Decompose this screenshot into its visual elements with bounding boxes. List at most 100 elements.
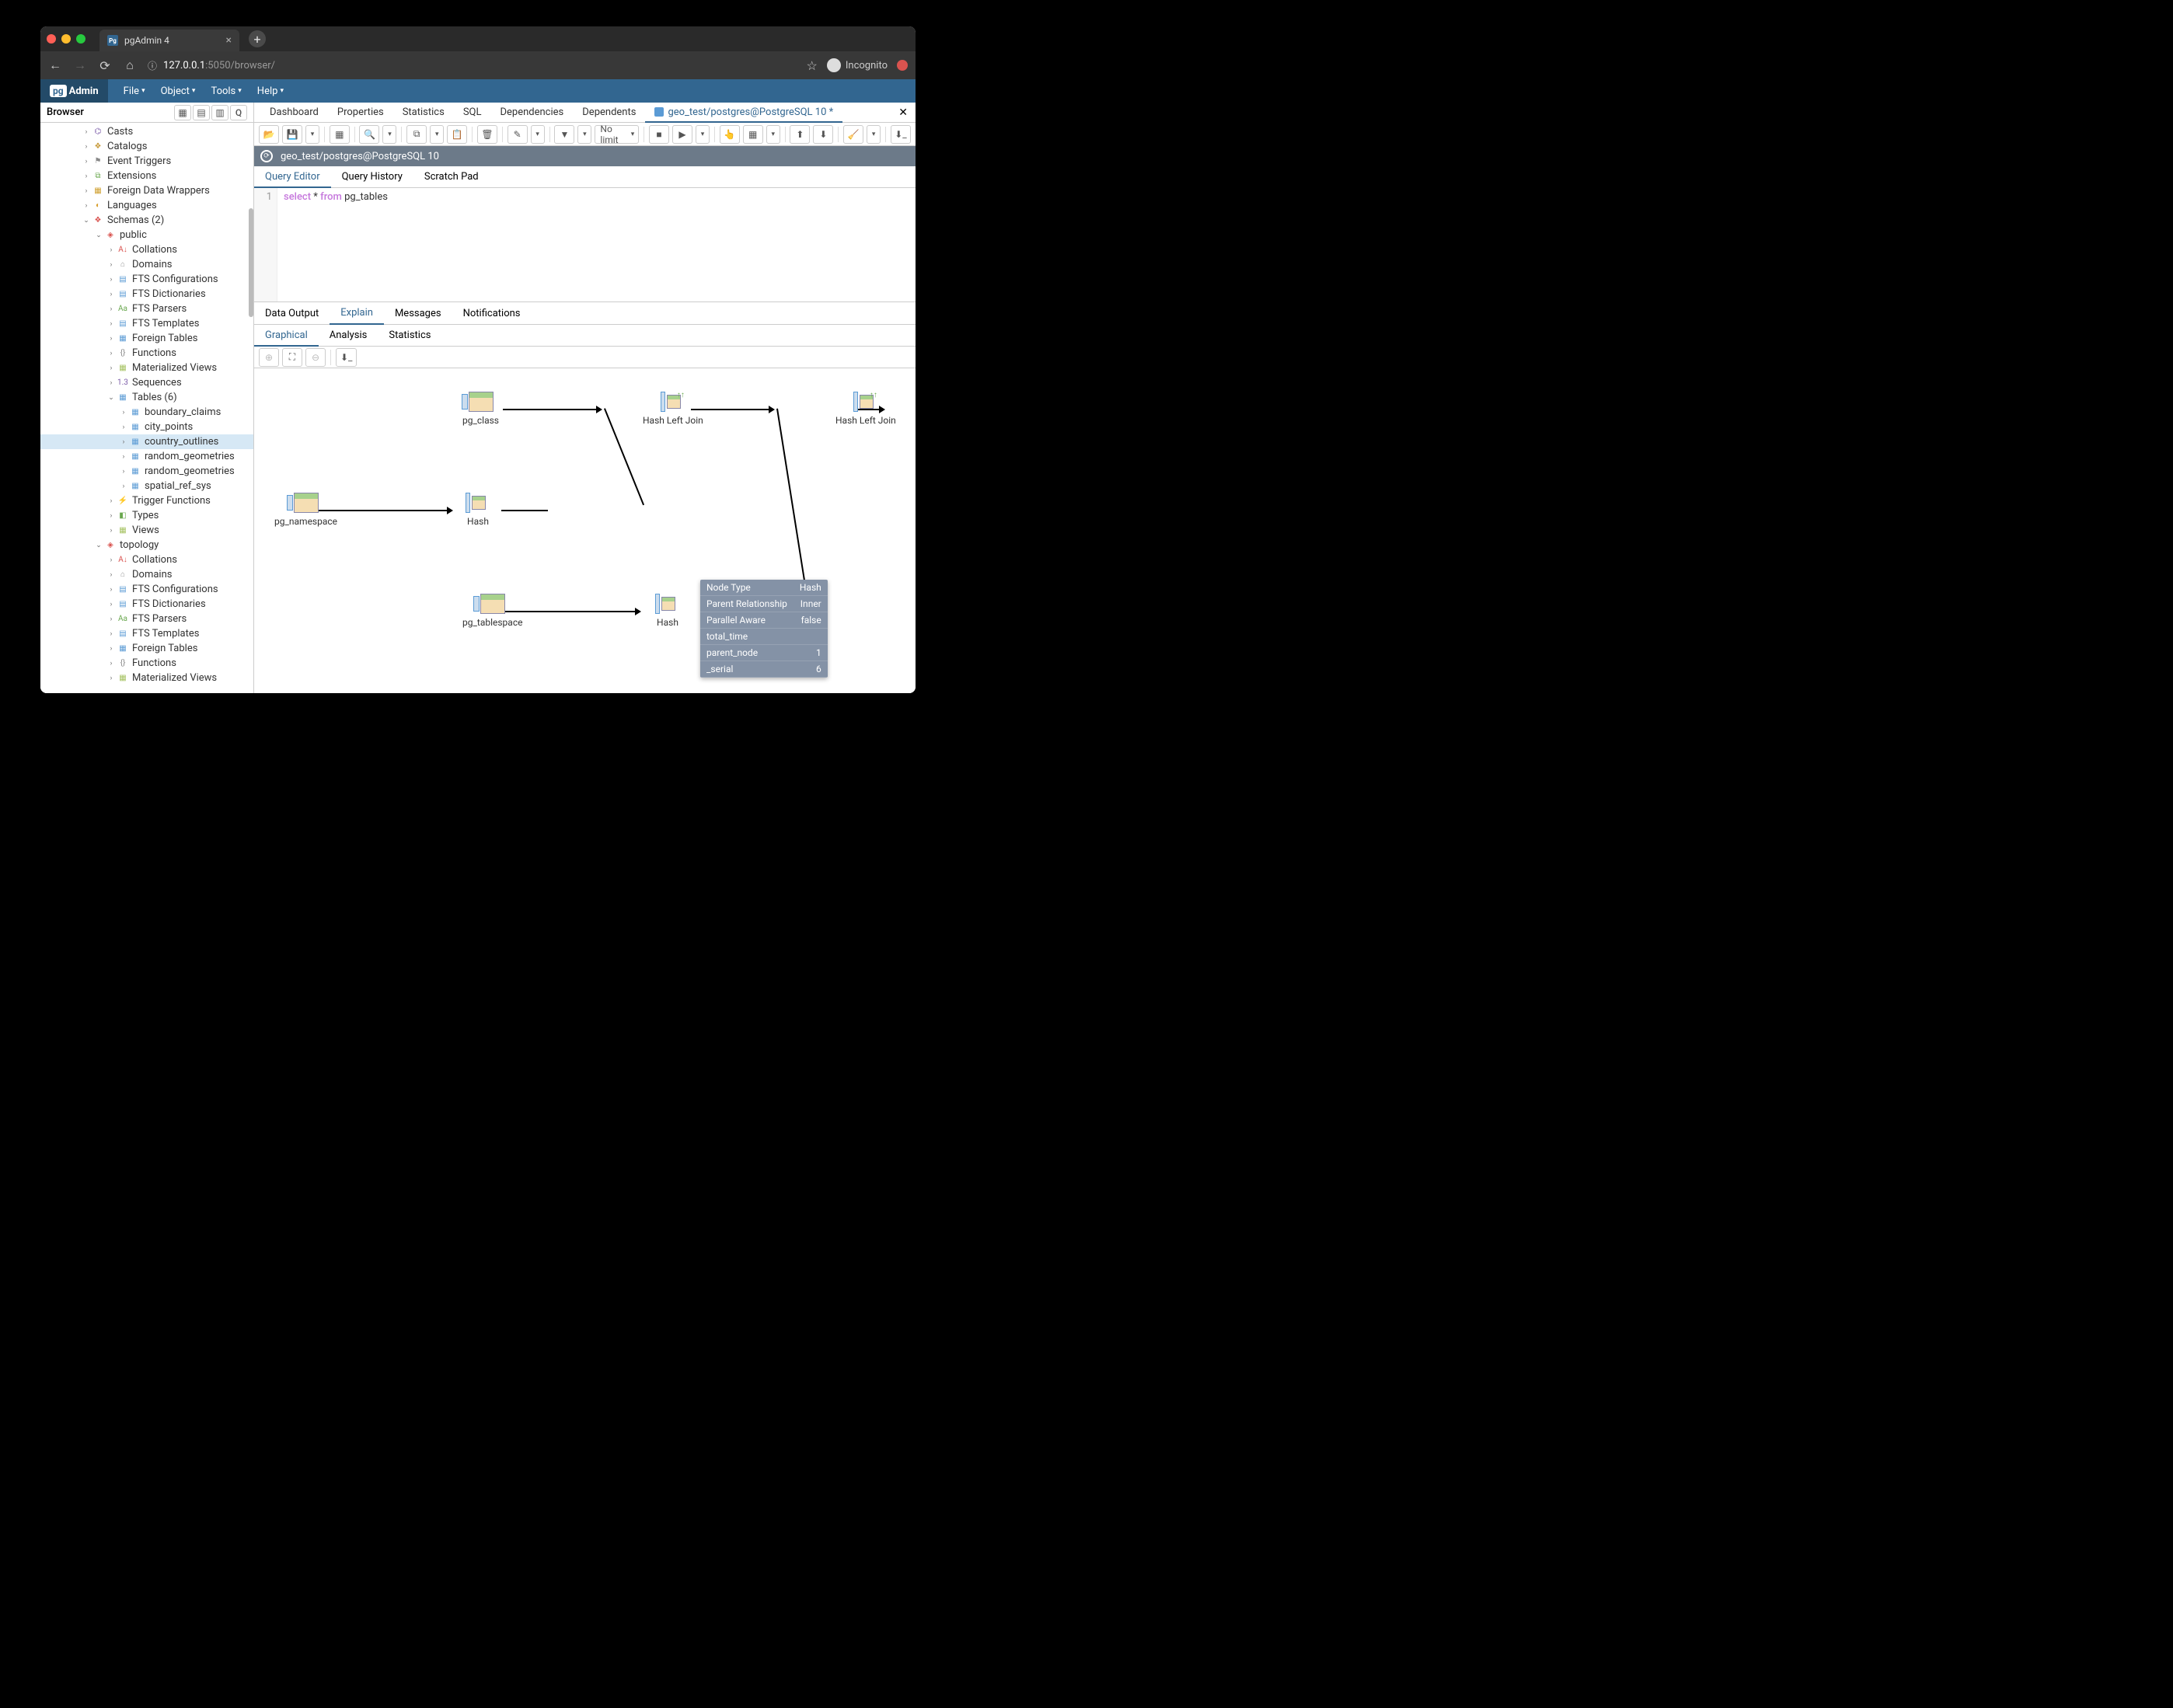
maximize-window-button[interactable] <box>76 34 85 44</box>
tree-node[interactable]: ›❖Catalogs <box>40 139 253 154</box>
edit-icon[interactable]: ✎ <box>507 125 528 144</box>
reload-button[interactable]: ⟳ <box>98 58 112 73</box>
bookmark-icon[interactable]: ☆ <box>807 58 818 73</box>
main-tab-properties[interactable]: Properties <box>328 103 393 122</box>
tree-node[interactable]: ›⌂Domains <box>40 567 253 582</box>
tree-node[interactable]: ›⧉Extensions <box>40 169 253 183</box>
tree-node[interactable]: ›A↓Collations <box>40 242 253 257</box>
output-tab-data-output[interactable]: Data Output <box>254 302 330 324</box>
tree-node[interactable]: ›AaFTS Parsers <box>40 302 253 316</box>
filter-dropdown[interactable]: ▾ <box>577 125 591 144</box>
menu-object[interactable]: Object ▾ <box>153 85 204 97</box>
paste-icon[interactable]: 📋 <box>447 125 467 144</box>
explain-subtab-statistics[interactable]: Statistics <box>378 325 441 346</box>
explain-canvas[interactable]: pg_class pg_namespace pg_tablespace Hash… <box>254 368 916 693</box>
tree-node[interactable]: ›▦city_points <box>40 420 253 434</box>
tree-node[interactable]: ›▦Foreign Data Wrappers <box>40 183 253 198</box>
tree-node[interactable]: ›▦Materialized Views <box>40 361 253 375</box>
save-dropdown[interactable]: ▾ <box>305 125 319 144</box>
download-icon[interactable]: ⬇_ <box>891 125 911 144</box>
edit-dropdown[interactable]: ▾ <box>531 125 545 144</box>
tree-node[interactable]: ›▤FTS Templates <box>40 626 253 641</box>
tree-node[interactable]: ⌄◈public <box>40 228 253 242</box>
plan-node-hash-1[interactable]: Hash <box>466 493 490 527</box>
commit-icon[interactable]: ⬆ <box>790 125 810 144</box>
open-file-icon[interactable]: 📂 <box>259 125 279 144</box>
find-icon[interactable]: 🔍 <box>359 125 379 144</box>
stop-icon[interactable]: ■ <box>649 125 669 144</box>
find-dropdown[interactable]: ▾ <box>382 125 396 144</box>
plan-node-pg-namespace[interactable]: pg_namespace <box>274 493 337 527</box>
tree-node[interactable]: ›▦Foreign Tables <box>40 331 253 346</box>
tree-node[interactable]: ⌄◈topology <box>40 538 253 552</box>
tree-node[interactable]: ›▤FTS Configurations <box>40 272 253 287</box>
tree-node[interactable]: ›⌂Domains <box>40 257 253 272</box>
execute-dropdown[interactable]: ▾ <box>696 125 710 144</box>
minimize-window-button[interactable] <box>61 34 71 44</box>
search-icon[interactable]: Q <box>230 105 247 120</box>
stats-icon[interactable]: ▥ <box>211 105 228 120</box>
explain-subtab-analysis[interactable]: Analysis <box>319 325 378 346</box>
tree-node[interactable]: ›◐Languages <box>40 198 253 213</box>
explain-icon[interactable]: 👆 <box>720 125 740 144</box>
plan-node-hash-left-join-2[interactable]: ↑↑ Hash Left Join <box>835 392 896 426</box>
tree-node[interactable]: ›A↓Collations <box>40 552 253 567</box>
save-icon[interactable]: 💾 <box>282 125 302 144</box>
tree-node[interactable]: ›1.3Sequences <box>40 375 253 390</box>
tree-node[interactable]: ›▦Foreign Tables <box>40 641 253 656</box>
plan-node-hash-2[interactable]: Hash <box>655 594 680 628</box>
download-plan-icon[interactable]: ⬇_ <box>336 348 357 367</box>
sql-icon[interactable]: ▤ <box>193 105 210 120</box>
tree-node[interactable]: ›▤FTS Configurations <box>40 582 253 597</box>
tree-node[interactable]: ⌄❖Schemas (2) <box>40 213 253 228</box>
menu-help[interactable]: Help ▾ <box>249 85 291 97</box>
main-tab-dependents[interactable]: Dependents <box>573 103 645 122</box>
explain-analyze-icon[interactable]: ▦ <box>743 125 763 144</box>
execute-icon[interactable]: ▶ <box>672 125 692 144</box>
object-tree[interactable]: ›⌬Casts›❖Catalogs›⚑Event Triggers›⧉Exten… <box>40 123 253 693</box>
editor-tab-query-editor[interactable]: Query Editor <box>254 167 331 188</box>
clear-dropdown[interactable]: ▾ <box>867 125 881 144</box>
tree-node[interactable]: ›⚡Trigger Functions <box>40 493 253 508</box>
limit-select[interactable]: No limit <box>595 125 639 144</box>
output-tab-explain[interactable]: Explain <box>330 303 384 325</box>
main-tab-statistics[interactable]: Statistics <box>393 103 454 122</box>
tree-node[interactable]: ›⚑Event Triggers <box>40 154 253 169</box>
pgadmin-brand[interactable]: pgAdmin <box>40 79 108 103</box>
filter-icon[interactable]: ▼ <box>554 125 574 144</box>
query-tool-tab[interactable]: geo_test/postgres@PostgreSQL 10 * <box>645 103 842 123</box>
tree-node[interactable]: ›▤FTS Templates <box>40 316 253 331</box>
tree-node[interactable]: ›▦random_geometries <box>40 449 253 464</box>
browser-tab[interactable]: Pg pgAdmin 4 × <box>99 30 239 51</box>
close-tab-button[interactable]: ✕ <box>891 106 916 119</box>
explain-dropdown[interactable]: ▾ <box>766 125 780 144</box>
editor-tab-query-history[interactable]: Query History <box>331 166 413 187</box>
tree-node[interactable]: ›AaFTS Parsers <box>40 612 253 626</box>
delete-icon[interactable]: 🗑 <box>477 125 497 144</box>
tree-node[interactable]: ›▦Views <box>40 523 253 538</box>
tree-node[interactable]: ⌄▦Tables (6) <box>40 390 253 405</box>
output-tab-messages[interactable]: Messages <box>384 302 452 324</box>
clear-icon[interactable]: 🧹 <box>843 125 863 144</box>
tree-node[interactable]: ›▦boundary_claims <box>40 405 253 420</box>
editor-tab-scratch-pad[interactable]: Scratch Pad <box>413 166 490 187</box>
copy-dropdown[interactable]: ▾ <box>430 125 444 144</box>
tree-node[interactable]: ›▦random_geometries <box>40 464 253 479</box>
main-tab-sql[interactable]: SQL <box>454 103 491 122</box>
close-window-button[interactable] <box>47 34 56 44</box>
zoom-out-icon[interactable]: ⊖ <box>305 348 326 367</box>
tree-node[interactable]: ›◧Types <box>40 508 253 523</box>
home-button[interactable]: ⌂ <box>123 58 137 73</box>
tree-node[interactable]: ›{}Functions <box>40 656 253 671</box>
explain-subtab-graphical[interactable]: Graphical <box>254 326 319 347</box>
rollback-icon[interactable]: ⬇ <box>813 125 833 144</box>
url-field[interactable]: ⓘ 127.0.0.1:5050/browser/ <box>148 59 796 72</box>
new-tab-button[interactable]: + <box>249 30 266 47</box>
extension-icon[interactable] <box>897 60 908 71</box>
copy-icon[interactable]: ⧉ <box>406 125 427 144</box>
plan-node-hash-left-join-1[interactable]: ↑↑ Hash Left Join <box>643 392 703 426</box>
tree-node[interactable]: ›▦spatial_ref_sys <box>40 479 253 493</box>
zoom-fit-icon[interactable]: ⛶ <box>282 348 302 367</box>
tree-node[interactable]: ›▦Materialized Views <box>40 671 253 685</box>
tree-scrollbar[interactable] <box>249 208 253 317</box>
